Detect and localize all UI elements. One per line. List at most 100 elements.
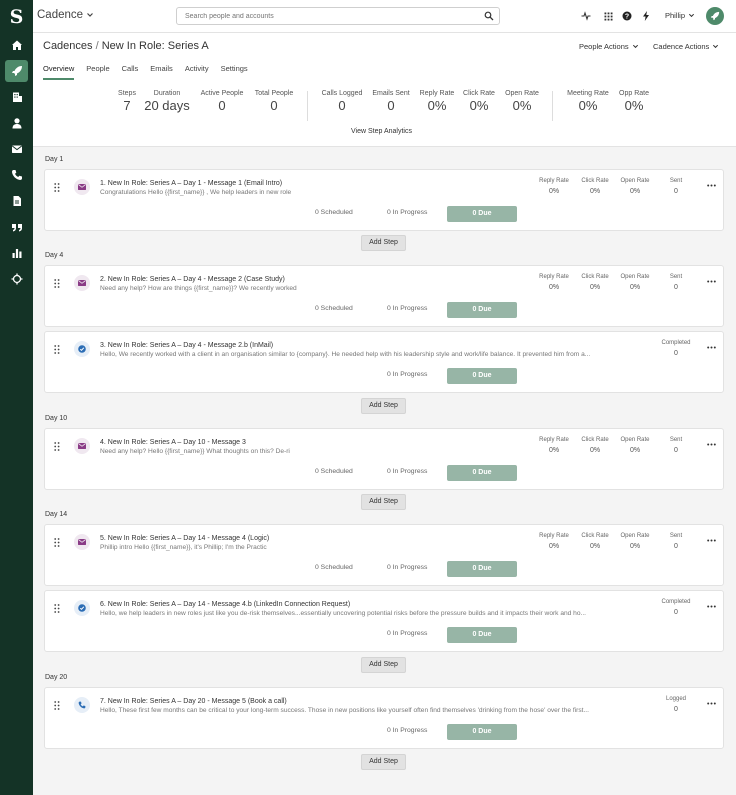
document-icon[interactable] — [0, 190, 33, 212]
scheduled-count[interactable]: 0 Scheduled — [315, 305, 353, 312]
step-title[interactable]: 1. New In Role: Series A – Day 1 - Messa… — [100, 180, 282, 187]
step-card[interactable]: 1. New In Role: Series A – Day 1 - Messa… — [44, 169, 724, 231]
app-switcher[interactable]: Cadence — [37, 9, 94, 21]
in-progress-count[interactable]: 0 In Progress — [387, 209, 427, 216]
day-label: Day 10 — [45, 415, 68, 422]
metric-value: 0% — [629, 447, 641, 454]
more-options-icon[interactable] — [707, 443, 716, 446]
more-options-icon[interactable] — [707, 346, 716, 349]
search-input[interactable] — [177, 8, 467, 24]
person-icon[interactable] — [0, 112, 33, 134]
drag-handle-icon[interactable] — [54, 604, 60, 613]
drag-handle-icon[interactable] — [54, 442, 60, 451]
step-preview: Congratulations Hello {{first_name}} , W… — [100, 189, 292, 196]
metric-label: Sent — [669, 274, 683, 280]
lightning-icon[interactable] — [641, 11, 651, 21]
drag-handle-icon[interactable] — [54, 538, 60, 547]
drag-handle-icon[interactable] — [54, 183, 60, 192]
more-options-icon[interactable] — [707, 605, 716, 608]
crosshair-icon[interactable] — [0, 268, 33, 290]
step-card[interactable]: 3. New In Role: Series A – Day 4 - Messa… — [44, 331, 724, 393]
more-options-icon[interactable] — [707, 280, 716, 283]
drag-handle-icon[interactable] — [54, 279, 60, 288]
mail-icon[interactable] — [0, 138, 33, 160]
step-title[interactable]: 4. New In Role: Series A – Day 10 - Mess… — [100, 439, 246, 446]
in-progress-count[interactable]: 0 In Progress — [387, 564, 427, 571]
due-button[interactable]: 0 Due — [447, 302, 517, 318]
apps-grid-icon[interactable] — [603, 11, 613, 21]
scheduled-count[interactable]: 0 Scheduled — [315, 564, 353, 571]
due-button[interactable]: 0 Due — [447, 561, 517, 577]
more-options-icon[interactable] — [707, 539, 716, 542]
rocket-icon[interactable] — [5, 60, 28, 82]
day-label: Day 20 — [45, 674, 68, 681]
stat-opp-rate: Opp Rate 0% — [604, 90, 664, 113]
scheduled-count[interactable]: 0 Scheduled — [315, 468, 353, 475]
email-step-icon — [74, 438, 90, 454]
tab-emails[interactable]: Emails — [150, 64, 173, 80]
add-step-button[interactable]: Add Step — [361, 235, 406, 251]
people-actions-dropdown[interactable]: People Actions — [579, 42, 639, 51]
search-box[interactable] — [176, 7, 500, 25]
cadence-actions-dropdown[interactable]: Cadence Actions — [653, 42, 719, 51]
step-title[interactable]: 6. New In Role: Series A – Day 14 - Mess… — [100, 601, 350, 608]
tab-settings[interactable]: Settings — [221, 64, 248, 80]
step-card[interactable]: 7. New In Role: Series A – Day 20 - Mess… — [44, 687, 724, 749]
drag-handle-icon[interactable] — [54, 701, 60, 710]
metric-value: 0% — [589, 188, 601, 195]
in-progress-count[interactable]: 0 In Progress — [387, 727, 427, 734]
app-logo[interactable]: S — [0, 5, 33, 29]
in-progress-count[interactable]: 0 In Progress — [387, 630, 427, 637]
linkedin-task-icon — [74, 600, 90, 616]
user-menu[interactable]: Phillip — [665, 11, 695, 20]
quote-icon[interactable] — [0, 216, 33, 238]
due-button[interactable]: 0 Due — [447, 724, 517, 740]
due-button[interactable]: 0 Due — [447, 368, 517, 384]
tab-people[interactable]: People — [86, 64, 109, 80]
drag-handle-icon[interactable] — [54, 345, 60, 354]
view-step-analytics-link[interactable]: View Step Analytics — [351, 128, 412, 135]
step-card[interactable]: 4. New In Role: Series A – Day 10 - Mess… — [44, 428, 724, 490]
step-title[interactable]: 3. New In Role: Series A – Day 4 - Messa… — [100, 342, 273, 349]
step-card[interactable]: 6. New In Role: Series A – Day 14 - Mess… — [44, 590, 724, 652]
metric-value: 0% — [548, 543, 560, 550]
due-button[interactable]: 0 Due — [447, 627, 517, 643]
more-options-icon[interactable] — [707, 702, 716, 705]
phone-icon[interactable] — [0, 164, 33, 186]
bar-chart-icon[interactable] — [0, 242, 33, 264]
metric-value: 0% — [548, 447, 560, 454]
building-icon[interactable] — [0, 86, 33, 108]
in-progress-count[interactable]: 0 In Progress — [387, 305, 427, 312]
step-title[interactable]: 2. New In Role: Series A – Day 4 - Messa… — [100, 276, 285, 283]
in-progress-count[interactable]: 0 In Progress — [387, 468, 427, 475]
avatar[interactable] — [706, 7, 724, 25]
add-step-button[interactable]: Add Step — [361, 398, 406, 414]
metric-label: Logged — [665, 696, 687, 702]
metric-reply-rate: Reply Rate 0% — [534, 274, 574, 291]
due-button[interactable]: 0 Due — [447, 465, 517, 481]
tab-activity[interactable]: Activity — [185, 64, 209, 80]
home-icon[interactable] — [0, 34, 33, 56]
search-icon[interactable] — [484, 11, 494, 21]
step-card[interactable]: 5. New In Role: Series A – Day 14 - Mess… — [44, 524, 724, 586]
breadcrumb-cadences-link[interactable]: Cadences — [43, 40, 93, 52]
app-name: Cadence — [37, 9, 84, 21]
metric-open-rate: Open Rate 0% — [615, 178, 655, 195]
add-step-button[interactable]: Add Step — [361, 754, 406, 770]
more-options-icon[interactable] — [707, 184, 716, 187]
scheduled-count[interactable]: 0 Scheduled — [315, 209, 353, 216]
due-button[interactable]: 0 Due — [447, 206, 517, 222]
step-title[interactable]: 5. New In Role: Series A – Day 14 - Mess… — [100, 535, 269, 542]
tab-calls[interactable]: Calls — [122, 64, 139, 80]
help-icon[interactable]: ? — [622, 11, 632, 21]
add-step-button[interactable]: Add Step — [361, 657, 406, 673]
activity-icon[interactable] — [581, 11, 591, 21]
add-step-button[interactable]: Add Step — [361, 494, 406, 510]
metric-sent: Sent 0 — [656, 178, 696, 195]
stat-active-people: Active People 0 — [192, 90, 252, 113]
tab-overview[interactable]: Overview — [43, 64, 75, 80]
metric-reply-rate: Reply Rate 0% — [534, 437, 574, 454]
step-title[interactable]: 7. New In Role: Series A – Day 20 - Mess… — [100, 698, 287, 705]
in-progress-count[interactable]: 0 In Progress — [387, 371, 427, 378]
step-card[interactable]: 2. New In Role: Series A – Day 4 - Messa… — [44, 265, 724, 327]
